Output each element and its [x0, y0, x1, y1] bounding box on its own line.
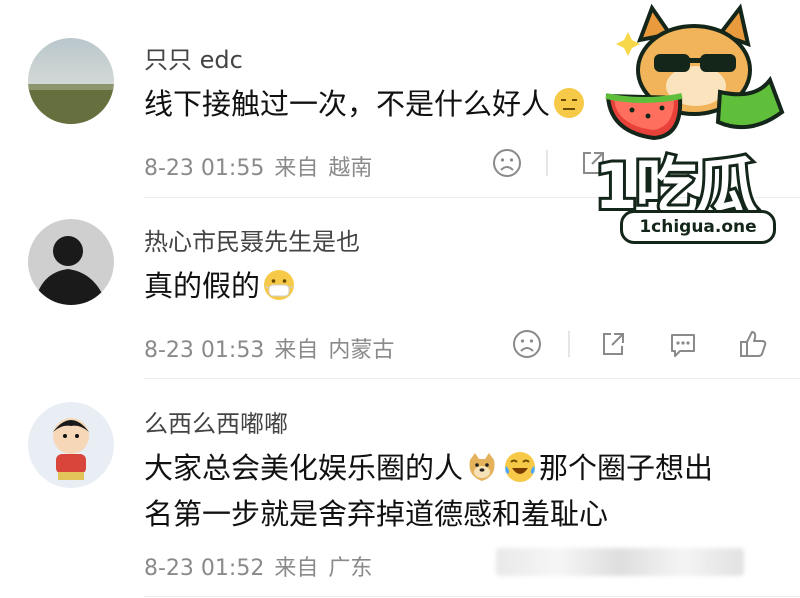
divider [144, 596, 800, 597]
username[interactable]: 么西么西嘟嘟 [144, 404, 288, 439]
watermark-url: 1chigua.one [620, 210, 776, 244]
comment-text: 大家总会美化娱乐圈的人 那个圈子想出 [144, 450, 714, 485]
timestamp: 8-23 01:52 [144, 556, 265, 581]
comment-text-line2: 名第一步就是舍弃掉道德感和羞耻心 [144, 497, 609, 531]
location: 广东 [328, 556, 373, 581]
cartoon-mascot-icon [605, 3, 785, 141]
doge-emoji-icon [465, 450, 499, 484]
comment-meta: 8-23 01:52 来自 广东 [144, 550, 382, 582]
source-label: 来自 [274, 556, 319, 581]
avatar[interactable] [28, 402, 114, 488]
watermark-logo: 1吃瓜 1chigua.one [570, 0, 800, 244]
tears-of-joy-emoji-icon [503, 450, 537, 484]
obscured-actions [496, 548, 744, 576]
